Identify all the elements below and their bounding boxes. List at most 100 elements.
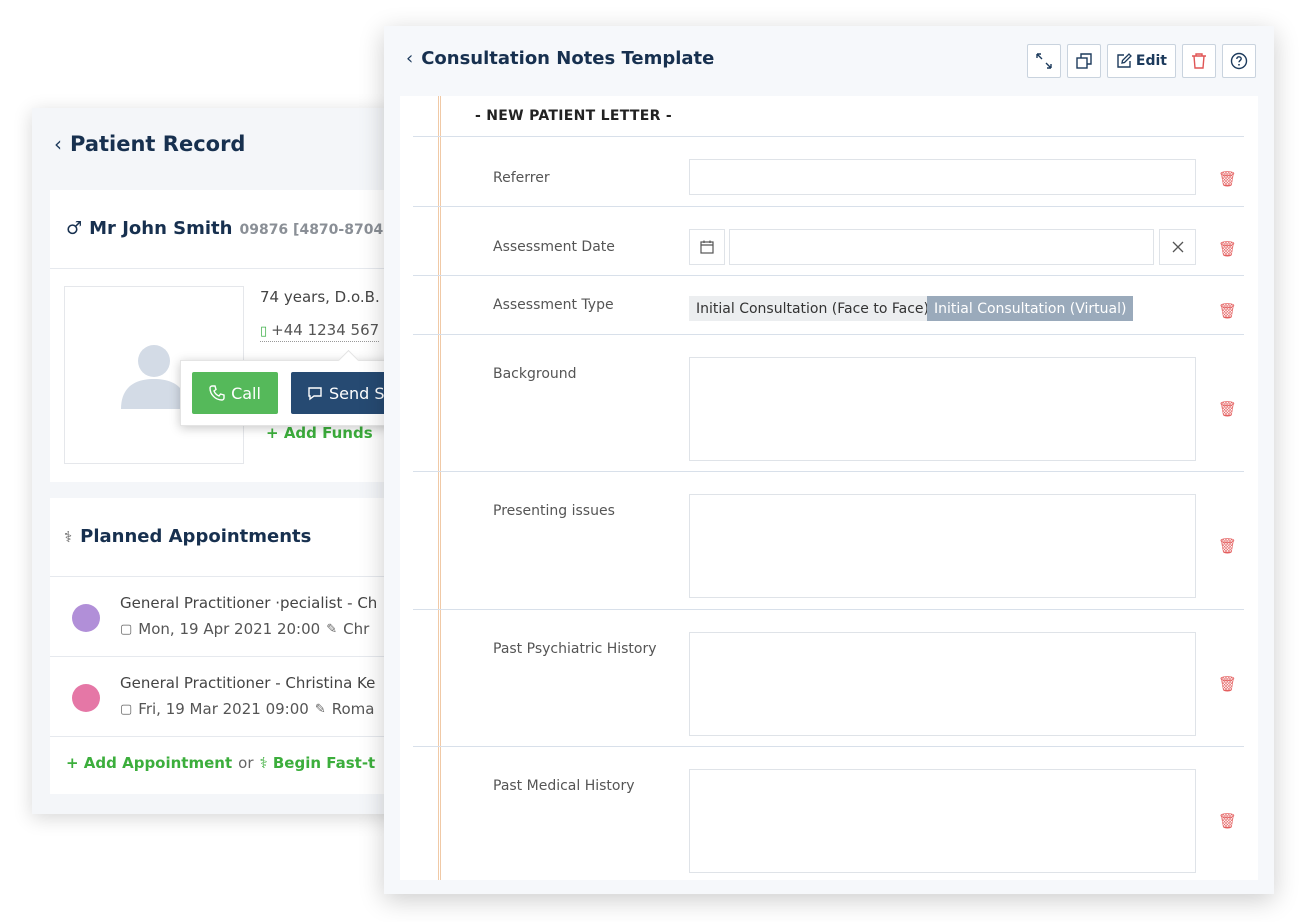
appointment-date: Fri, 19 Mar 2021 09:00 [138,700,309,718]
form-row-assessment-type: Assessment Type Initial Consultation (Fa… [413,275,1244,334]
appointment-status-dot [72,684,100,712]
appointment-status-dot [72,604,100,632]
plus-icon: + [266,424,279,442]
appointment-details: ▢ Mon, 19 Apr 2021 20:00 ✎ Chr [120,620,369,638]
stethoscope-icon: ⚕ [259,754,268,772]
trash-icon[interactable]: 🗑 [1218,537,1237,555]
consultation-notes-panel: ‹ Consultation Notes Template Edit - NEW… [384,26,1274,894]
close-icon [1172,241,1183,253]
calendar-icon: ▢ [120,621,133,637]
patient-card: ♂ Mr John Smith 09876 [4870-8704-7 74 ye… [50,190,432,482]
past-medical-history-textarea[interactable] [689,769,1196,873]
phone-actions-popover: Call Send S [180,360,421,426]
expand-button[interactable] [1026,44,1061,78]
assessment-type-label: Assessment Type [493,297,614,313]
past-psychiatric-history-label: Past Psychiatric History [493,641,657,657]
form-row-past-medical-history: Past Medical History 🗑 [413,746,1244,880]
expand-icon [1036,53,1052,69]
appointments-header: ⚕ Planned Appointments [64,526,311,547]
trash-icon[interactable]: 🗑 [1218,400,1237,418]
form-row-presenting-issues: Presenting issues 🗑 [413,471,1244,609]
calendar-button[interactable] [689,229,725,265]
presenting-issues-textarea[interactable] [689,494,1196,598]
help-button[interactable] [1222,44,1256,78]
appointment-actions: + Add Appointment or ⚕ Begin Fast-t [66,754,375,772]
edit-button[interactable]: Edit [1106,44,1176,78]
form-row-past-psychiatric-history: Past Psychiatric History 🗑 [413,609,1244,746]
trash-icon[interactable]: 🗑 [1218,240,1237,258]
chevron-left-icon[interactable]: ‹ [406,48,413,69]
appointment-title: General Practitioner ·pecialist - Ch [120,594,378,612]
form-row-assessment-date: Assessment Date 🗑 [413,206,1244,275]
or-text: or [238,754,254,772]
section-title: - NEW PATIENT LETTER - [475,108,673,124]
sms-icon [308,387,322,401]
edit-icon [1117,53,1132,68]
trash-icon [1192,53,1206,69]
patient-name: Mr John Smith [89,218,233,239]
assessment-date-input[interactable] [729,229,1154,265]
patient-phone[interactable]: ▯ +44 1234 567 [260,321,380,342]
patient-record-header: ‹ Patient Record [54,132,245,156]
appointment-title: General Practitioner - Christina Ke [120,674,376,692]
help-icon [1230,52,1248,70]
appointment-details: ▢ Fri, 19 Mar 2021 09:00 ✎ Roma [120,700,374,718]
phone-icon [209,385,225,401]
send-sms-label: Send S [329,383,385,403]
trash-icon[interactable]: 🗑 [1218,170,1237,188]
clear-date-button[interactable] [1159,229,1196,265]
begin-fast-track-link[interactable]: ⚕ Begin Fast-t [260,754,376,772]
background-textarea[interactable] [689,357,1196,461]
calendar-icon: ▢ [120,701,133,717]
notes-form: - NEW PATIENT LETTER - Referrer 🗑 Assess… [400,96,1258,880]
patient-age-dob: 74 years, D.o.B. [260,288,380,306]
appointment-practitioner: Chr [343,620,370,638]
trash-icon[interactable]: 🗑 [1218,302,1237,320]
edit-icon: ✎ [326,621,338,637]
trash-icon[interactable]: 🗑 [1218,812,1237,830]
add-funds-label: Add Funds [283,424,373,442]
patient-phone-number: +44 1234 567 [271,321,380,339]
duplicate-button[interactable] [1066,44,1101,78]
begin-fast-track-label: Begin Fast-t [272,754,376,772]
add-appointment-link[interactable]: + Add Appointment [66,754,232,772]
male-icon: ♂ [66,218,83,239]
presenting-issues-label: Presenting issues [493,503,615,519]
add-appointment-label: Add Appointment [83,754,233,772]
edit-label: Edit [1135,53,1167,69]
patient-record-panel: ‹ Patient Record ♂ Mr John Smith 09876 [… [32,108,432,814]
chevron-left-icon[interactable]: ‹ [54,134,62,154]
trash-icon[interactable]: 🗑 [1218,675,1237,693]
appointment-row[interactable]: General Practitioner ·pecialist - Ch ▢ M… [50,578,432,658]
assessment-type-option-selected[interactable]: Initial Consultation (Virtual) [927,296,1134,321]
call-button[interactable]: Call [192,372,278,414]
divider [50,656,432,657]
calendar-icon [700,240,714,254]
referrer-input[interactable] [689,159,1196,195]
form-row-referrer: Referrer 🗑 [413,136,1244,206]
form-row-background: Background 🗑 [413,334,1244,471]
call-label: Call [231,383,261,403]
past-medical-history-label: Past Medical History [493,778,635,794]
notes-toolbar: Edit [1026,44,1256,78]
copy-icon [1076,53,1092,69]
assessment-date-label: Assessment Date [493,239,615,255]
notes-title: Consultation Notes Template [421,48,715,69]
user-silhouette-icon [121,345,187,409]
assessment-type-option[interactable]: Initial Consultation (Face to Face) [689,296,936,321]
patient-id: 09876 [4870-8704-7 [239,222,399,238]
divider [50,268,432,269]
add-funds-link[interactable]: + Add Funds [266,424,373,442]
delete-button[interactable] [1182,44,1216,78]
edit-icon: ✎ [314,701,326,717]
divider [50,576,432,577]
background-label: Background [493,366,577,382]
appointment-practitioner: Roma [331,700,375,718]
appointments-card: ⚕ Planned Appointments General Practitio… [50,498,432,794]
stethoscope-icon: ⚕ [64,527,73,546]
appointment-row[interactable]: General Practitioner - Christina Ke ▢ Fr… [50,658,432,738]
appointments-title: Planned Appointments [80,526,312,547]
page-title: Patient Record [70,132,246,156]
past-psychiatric-history-textarea[interactable] [689,632,1196,736]
phone-icon: ▯ [260,324,268,339]
